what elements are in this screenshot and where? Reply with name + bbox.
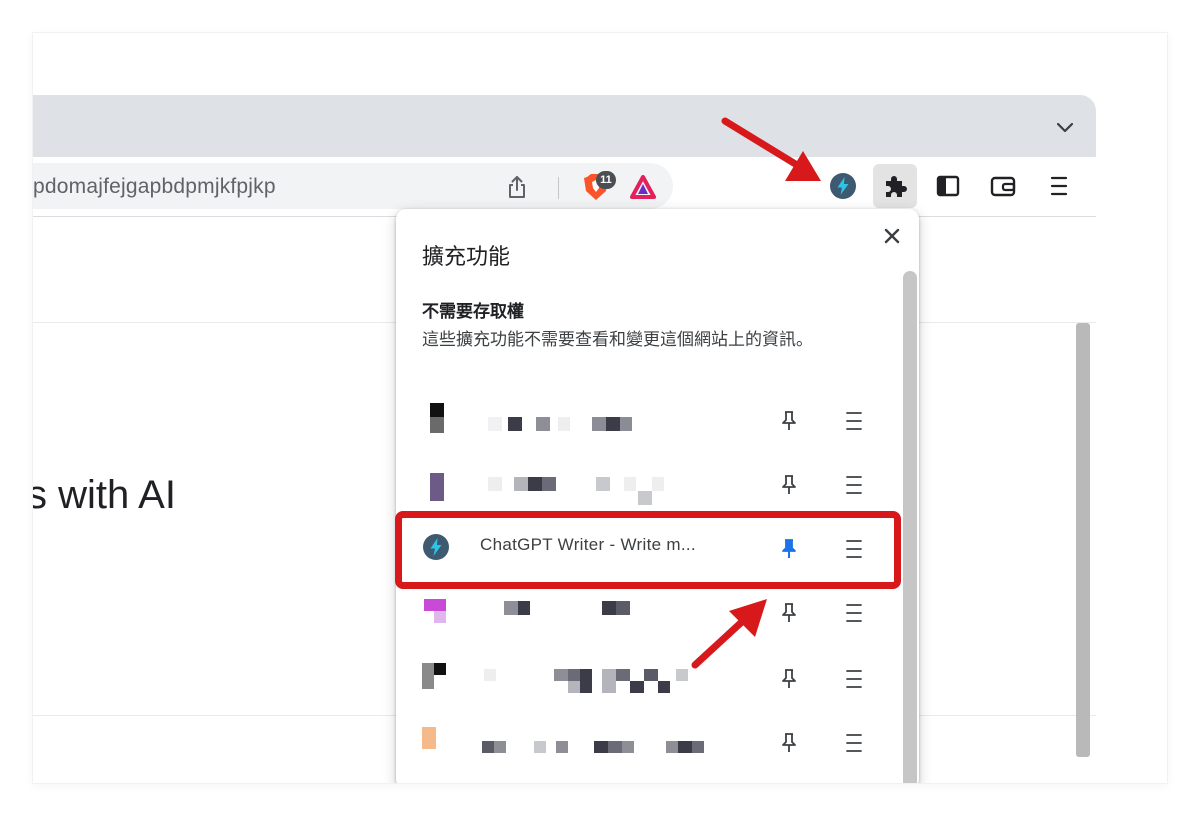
- annotation-arrow-top: [721, 117, 821, 181]
- address-bar[interactable]: pdomajfejgapbdpmjkfpjkp 11: [33, 163, 673, 209]
- brave-rewards-button[interactable]: [629, 173, 657, 201]
- hamburger-menu-icon: [846, 476, 862, 494]
- chevron-down-icon: [1057, 123, 1073, 133]
- brave-rewards-icon: [630, 175, 656, 199]
- popup-title: 擴充功能: [422, 244, 511, 269]
- section-description: 這些擴充功能不需要查看和變更這個網站上的資訊。: [422, 330, 813, 349]
- sidebar-button[interactable]: [926, 164, 970, 208]
- hero-heading: s with AI: [33, 473, 176, 517]
- pin-icon: [782, 411, 796, 430]
- hamburger-menu-icon: [846, 734, 862, 752]
- toolbar: pdomajfejgapbdpmjkfpjkp 11: [33, 157, 1096, 217]
- popup-close-button[interactable]: [877, 221, 907, 251]
- extensions-popup: 擴充功能 不需要存取權 這些擴充功能不需要查看和變更這個網站上的資訊。 Chat…: [396, 209, 919, 783]
- tab-strip: [33, 95, 1096, 157]
- close-icon: [884, 228, 900, 244]
- hamburger-menu-icon: [846, 604, 862, 622]
- extension-item[interactable]: [422, 391, 882, 447]
- pin-icon: [782, 603, 796, 622]
- brave-shields-button[interactable]: 11: [578, 171, 616, 201]
- wallet-button[interactable]: [981, 164, 1025, 208]
- share-icon: [509, 176, 525, 198]
- extension-menu-button[interactable]: [840, 599, 868, 627]
- extension-icon: [422, 725, 452, 759]
- page-scrollbar[interactable]: [1076, 323, 1090, 757]
- hamburger-menu-icon: [846, 412, 862, 430]
- tab-search-button[interactable]: [1052, 115, 1078, 141]
- sidebar-icon: [936, 175, 960, 197]
- screenshot-frame: pdomajfejgapbdpmjkfpjkp 11 s with AI 擴充功…: [33, 33, 1167, 783]
- extension-icon: [422, 595, 452, 629]
- omnibox-separator: [558, 177, 559, 199]
- stage: pdomajfejgapbdpmjkfpjkp 11 s with AI 擴充功…: [0, 0, 1200, 816]
- annotation-arrow-bottom: [691, 599, 767, 669]
- pin-button[interactable]: [775, 729, 803, 757]
- wallet-icon: [990, 176, 1016, 197]
- url-text: pdomajfejgapbdpmjkfpjkp: [33, 175, 276, 198]
- popup-scrollbar[interactable]: [903, 271, 917, 783]
- pin-button[interactable]: [775, 665, 803, 693]
- pin-button[interactable]: [775, 599, 803, 627]
- main-menu-button[interactable]: [1037, 164, 1081, 208]
- pin-button[interactable]: [775, 407, 803, 435]
- annotation-highlight-box: [395, 511, 901, 589]
- extension-icon: [422, 661, 452, 695]
- pin-icon: [782, 733, 796, 752]
- extension-item[interactable]: [422, 713, 882, 769]
- extension-item[interactable]: [422, 649, 882, 705]
- extension-menu-button[interactable]: [840, 729, 868, 757]
- extension-item[interactable]: [422, 583, 882, 639]
- pin-icon: [782, 669, 796, 688]
- extension-name-obscured: [480, 729, 740, 757]
- brave-shield-count-badge: 11: [596, 171, 616, 189]
- extension-icon: [422, 403, 452, 437]
- puzzle-icon: [886, 176, 907, 197]
- extension-item[interactable]: [422, 455, 882, 511]
- pin-icon: [782, 475, 796, 494]
- extension-name-obscured: [480, 407, 740, 435]
- extension-name-obscured: [480, 471, 740, 505]
- pin-button[interactable]: [775, 471, 803, 499]
- hamburger-menu-icon: [1050, 176, 1068, 196]
- extensions-button[interactable]: [873, 164, 917, 208]
- chatgpt-writer-icon: [830, 173, 856, 199]
- extension-icon: [422, 467, 452, 501]
- extension-menu-button[interactable]: [840, 471, 868, 499]
- share-button[interactable]: [503, 173, 531, 201]
- hamburger-menu-icon: [846, 670, 862, 688]
- extension-menu-button[interactable]: [840, 407, 868, 435]
- extension-menu-button[interactable]: [840, 665, 868, 693]
- section-title: 不需要存取權: [422, 302, 524, 321]
